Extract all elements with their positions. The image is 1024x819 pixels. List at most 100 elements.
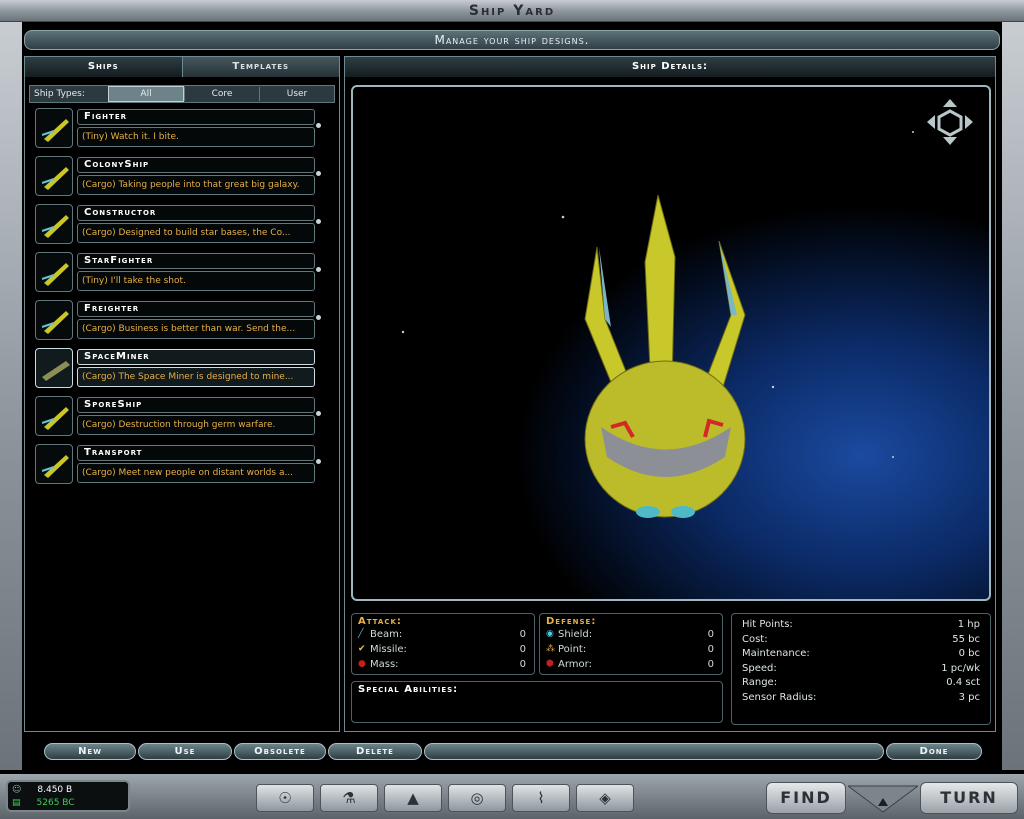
- research-button[interactable]: ⚗: [320, 784, 378, 812]
- window-frame-left: [0, 22, 22, 770]
- connector-dot: [316, 411, 321, 416]
- panel-tabs: Ships Templates: [25, 57, 339, 77]
- new-button[interactable]: New: [44, 743, 136, 760]
- stat-row-range: Range: 0.4 sct: [732, 676, 990, 691]
- credits-row: ▤ 5265 BC: [12, 797, 124, 810]
- stat-value: 3 pc: [958, 691, 980, 703]
- tab-templates[interactable]: Templates: [182, 57, 339, 77]
- beam-icon: ╱: [358, 629, 364, 639]
- command-bar: New Use Obsolete Delete Done: [24, 740, 1000, 762]
- ship-description: (Cargo) Meet new people on distant world…: [77, 463, 315, 483]
- main-navigation-bar: ☺ 8.450 B ▤ 5265 BC ☉ ⚗ ▲ ◎ ⌇ ◈ FIND TURN: [0, 774, 1024, 819]
- stat-label: Sensor Radius:: [742, 691, 817, 703]
- stat-value: 0: [519, 644, 526, 655]
- shipyard-button[interactable]: ◈: [576, 784, 634, 812]
- research-icon: ⚗: [342, 789, 356, 807]
- delete-button[interactable]: Delete: [328, 743, 422, 760]
- connector-dot: [316, 219, 321, 224]
- ship-description: (Cargo) Designed to build star bases, th…: [77, 223, 315, 243]
- stat-label: Beam:: [370, 629, 403, 640]
- filter-all-button[interactable]: All: [108, 86, 184, 102]
- ship-name: Constructor: [77, 205, 315, 221]
- ship-name: StarFighter: [77, 253, 315, 269]
- ship-thumbnail-icon: [35, 300, 73, 340]
- camera-rotate-control-icon[interactable]: [925, 97, 975, 147]
- ship-list-item-starfighter[interactable]: StarFighter (Tiny) I'll take the shot.: [33, 251, 321, 299]
- ship-list-item-transport[interactable]: Transport (Cargo) Meet new people on dis…: [33, 443, 321, 491]
- credits-icon: ▤: [12, 798, 21, 808]
- turn-button[interactable]: TURN: [920, 782, 1018, 814]
- ship-list-panel: Ships Templates Ship Types: All Core Use…: [24, 56, 340, 732]
- ship-list-item-sporeship[interactable]: SporeShip (Cargo) Destruction through ge…: [33, 395, 321, 443]
- ship-description: (Cargo) Business is better than war. Sen…: [77, 319, 315, 339]
- stat-row-point: ⁂ Point: 0: [540, 642, 722, 657]
- obsolete-button[interactable]: Obsolete: [234, 743, 326, 760]
- defense-title: Defense:: [546, 616, 597, 627]
- filter-core-button[interactable]: Core: [184, 87, 259, 101]
- stat-value: 1 hp: [957, 619, 980, 630]
- special-abilities-box: Special Abilities:: [351, 681, 723, 723]
- stat-label: Missile:: [370, 644, 407, 655]
- stat-value: 55 bc: [952, 633, 980, 645]
- tab-ships[interactable]: Ships: [25, 57, 183, 77]
- ship-thumbnail-icon: [35, 252, 73, 292]
- special-abilities-title: Special Abilities:: [358, 684, 459, 695]
- stat-row-hit-points: Hit Points: 1 hp: [732, 618, 990, 633]
- graphs-icon: ⌇: [537, 789, 545, 807]
- stat-value: 0.4 sct: [946, 677, 980, 688]
- stat-value: 0: [707, 659, 714, 670]
- races-icon: ◎: [470, 789, 484, 807]
- races-button[interactable]: ◎: [448, 784, 506, 812]
- stat-value: 0: [707, 644, 714, 655]
- stat-row-beam: ╱ Beam: 0: [352, 627, 534, 642]
- find-button[interactable]: FIND: [766, 782, 846, 814]
- stat-value: 0: [519, 629, 526, 640]
- missile-icon: ✔: [358, 644, 366, 654]
- stat-label: Point:: [558, 644, 587, 655]
- stat-row-cost: Cost: 55 bc: [732, 633, 990, 648]
- ship-thumbnail-icon: [35, 396, 73, 436]
- stat-row-mass: ● Mass: 0: [352, 657, 534, 672]
- ship-list-item-freighter[interactable]: Freighter (Cargo) Business is better tha…: [33, 299, 321, 347]
- ship-thumbnail-icon: [35, 444, 73, 484]
- stat-label: Shield:: [558, 629, 593, 640]
- done-button[interactable]: Done: [886, 743, 982, 760]
- stat-value: 0 bc: [958, 648, 980, 659]
- population-value: 8.450 B: [37, 785, 73, 795]
- ship-thumbnail-icon: [35, 108, 73, 148]
- ship-list-item-colonyship[interactable]: ColonyShip (Cargo) Taking people into th…: [33, 155, 321, 203]
- ship-details-header: Ship Details:: [345, 57, 995, 77]
- filter-user-button[interactable]: User: [259, 87, 334, 101]
- ship-name: ColonyShip: [77, 157, 315, 173]
- connector-dot: [316, 171, 321, 176]
- ship-list-item-fighter[interactable]: Fighter (Tiny) Watch it. I bite.: [33, 107, 321, 155]
- stat-row-speed: Speed: 1 pc/wk: [732, 662, 990, 677]
- connector-dot: [316, 315, 321, 320]
- use-button[interactable]: Use: [138, 743, 232, 760]
- ship-description: (Cargo) Taking people into that great bi…: [77, 175, 315, 195]
- government-icon: ▲: [407, 789, 419, 807]
- stat-label: Cost:: [742, 633, 768, 645]
- ship-types-label: Ship Types:: [34, 89, 85, 99]
- graphs-button[interactable]: ⌇: [512, 784, 570, 812]
- connector-dot: [316, 459, 321, 464]
- stat-label: Hit Points:: [742, 619, 793, 630]
- stat-label: Mass:: [370, 659, 399, 670]
- ship-name: Freighter: [77, 301, 315, 317]
- stat-row-sensor-radius: Sensor Radius: 3 pc: [732, 691, 990, 706]
- command-bar-spacer: [424, 743, 884, 760]
- ship-3d-viewport[interactable]: [351, 85, 991, 601]
- ship-name: Fighter: [77, 109, 315, 125]
- attack-title: Attack:: [358, 616, 402, 627]
- connector-dot: [316, 123, 321, 128]
- ship-description: (Cargo) Destruction through germ warfare…: [77, 415, 315, 435]
- planets-button[interactable]: ☉: [256, 784, 314, 812]
- ship-thumbnail-icon: [35, 348, 73, 388]
- ship-list: Fighter (Tiny) Watch it. I bite. ColonyS…: [33, 107, 321, 491]
- ship-list-item-spaceminer[interactable]: SpaceMiner (Cargo) The Space Miner is de…: [33, 347, 317, 395]
- ship-list-item-constructor[interactable]: Constructor (Cargo) Designed to build st…: [33, 203, 321, 251]
- stat-value: 0: [707, 629, 714, 640]
- end-turn-chevron-icon: [846, 782, 920, 814]
- government-button[interactable]: ▲: [384, 784, 442, 812]
- window-frame-right: [1002, 22, 1024, 770]
